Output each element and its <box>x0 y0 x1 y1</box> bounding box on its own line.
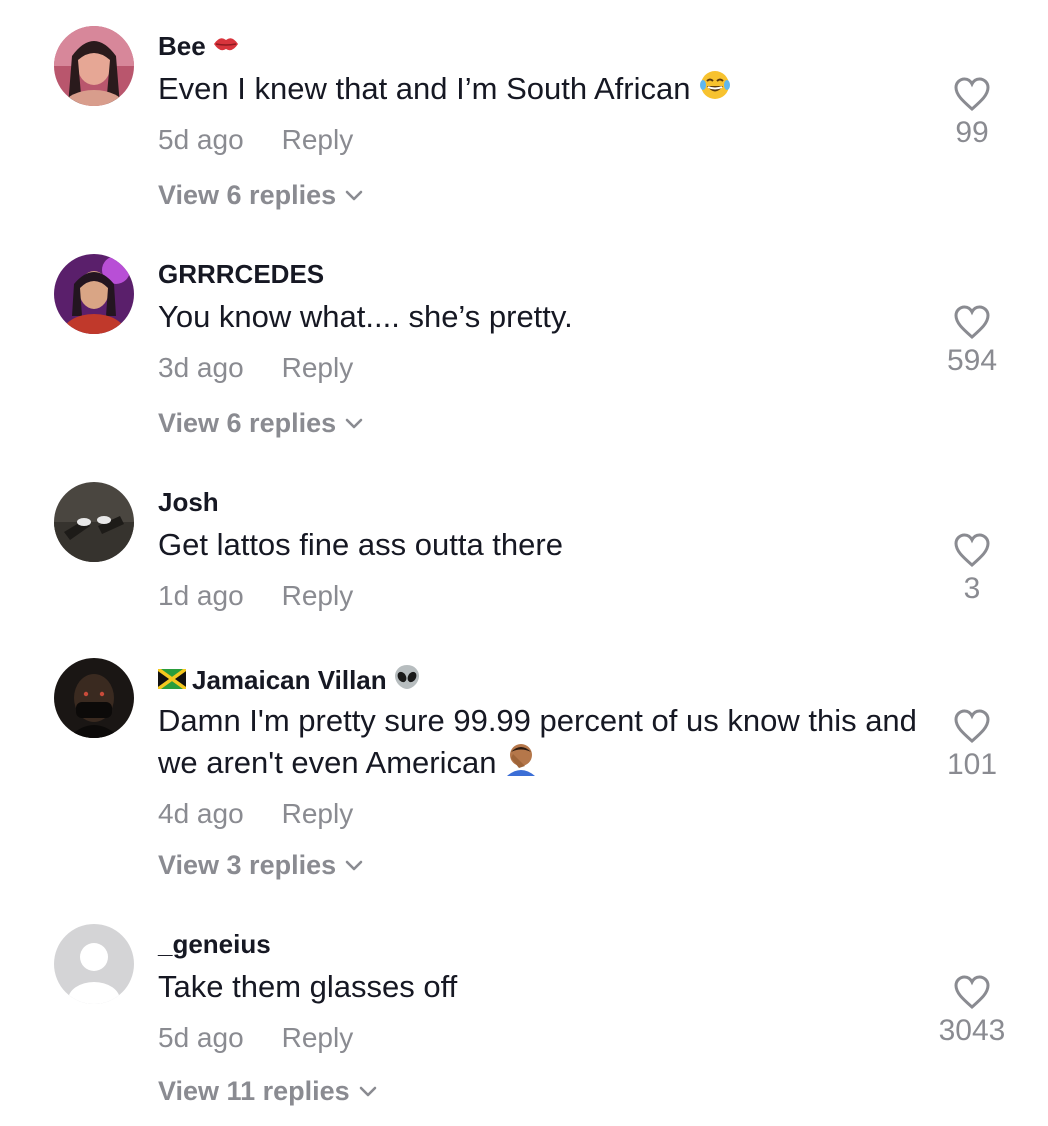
user-avatar[interactable] <box>54 482 134 562</box>
reply-button[interactable]: Reply <box>282 124 354 155</box>
like-count: 594 <box>946 344 998 377</box>
view-replies-label: View 6 replies <box>158 180 337 210</box>
man-facepalming-icon <box>505 742 537 787</box>
default-avatar[interactable] <box>54 924 134 1004</box>
heart-outline-icon[interactable] <box>953 76 991 112</box>
comment-text: Damn I'm pretty sure 99.99 percent of us… <box>158 700 918 787</box>
comment-age: 5d ago <box>158 1022 244 1053</box>
comment-age: 4d ago <box>158 798 244 829</box>
kiss-mark-icon <box>212 31 240 62</box>
comment-age: 5d ago <box>158 124 244 155</box>
reply-button[interactable]: Reply <box>282 798 354 829</box>
like-control[interactable]: 594 <box>912 304 1032 378</box>
comment-meta: 3d ago Reply <box>158 352 353 384</box>
reply-button[interactable]: Reply <box>282 1022 354 1053</box>
reply-button[interactable]: Reply <box>282 352 354 383</box>
chevron-down-icon <box>359 1086 376 1096</box>
heart-outline-icon[interactable] <box>953 532 991 568</box>
comment-username[interactable]: _geneius <box>158 929 271 960</box>
chevron-down-icon <box>345 860 363 870</box>
user-avatar[interactable] <box>54 254 134 334</box>
like-control[interactable]: 3 <box>912 532 1032 606</box>
like-count: 101 <box>946 748 998 781</box>
heart-outline-icon[interactable] <box>953 304 991 340</box>
comment-meta: 1d ago Reply <box>158 580 353 612</box>
comment-text: You know what.... she’s pretty. <box>158 299 573 334</box>
user-avatar[interactable] <box>54 26 134 106</box>
like-control[interactable]: 101 <box>912 708 1032 782</box>
like-control[interactable]: 99 <box>912 76 1032 150</box>
jamaica-flag-icon <box>156 665 188 696</box>
view-replies-button[interactable]: View 6 replies <box>158 408 364 439</box>
heart-outline-icon[interactable] <box>953 708 991 744</box>
view-replies-button[interactable]: View 6 replies <box>158 180 364 211</box>
view-replies-label: View 11 replies <box>158 1076 350 1106</box>
chevron-down-icon <box>345 190 363 200</box>
comment-username[interactable]: Josh <box>158 487 219 518</box>
comment-username[interactable]: Jamaican Villan <box>156 663 421 698</box>
like-control[interactable]: 3043 <box>912 974 1032 1048</box>
face-with-tears-of-joy-icon <box>699 69 731 112</box>
view-replies-label: View 6 replies <box>158 408 337 438</box>
comment-meta: 5d ago Reply <box>158 124 353 156</box>
comment-text: Take them glasses off <box>158 969 458 1004</box>
view-replies-label: View 3 replies <box>158 850 337 880</box>
comment-meta: 4d ago Reply <box>158 798 353 830</box>
like-count: 99 <box>955 116 989 149</box>
heart-outline-icon[interactable] <box>953 974 991 1010</box>
comment-username[interactable]: GRRRCEDES <box>158 259 324 290</box>
view-replies-button[interactable]: View 11 replies <box>158 1076 378 1107</box>
comment-username[interactable]: Bee <box>158 31 240 62</box>
like-count: 3 <box>963 572 981 605</box>
alien-icon <box>393 663 421 698</box>
comment-text: Get lattos fine ass outta there <box>158 527 563 562</box>
comment-age: 1d ago <box>158 580 244 611</box>
reply-button[interactable]: Reply <box>282 580 354 611</box>
view-replies-button[interactable]: View 3 replies <box>158 850 364 881</box>
comment-text: Even I knew that and I’m South African <box>158 68 918 112</box>
like-count: 3043 <box>938 1014 1006 1047</box>
comment-meta: 5d ago Reply <box>158 1022 353 1054</box>
user-avatar[interactable] <box>54 658 134 738</box>
chevron-down-icon <box>345 418 363 428</box>
comment-age: 3d ago <box>158 352 244 383</box>
